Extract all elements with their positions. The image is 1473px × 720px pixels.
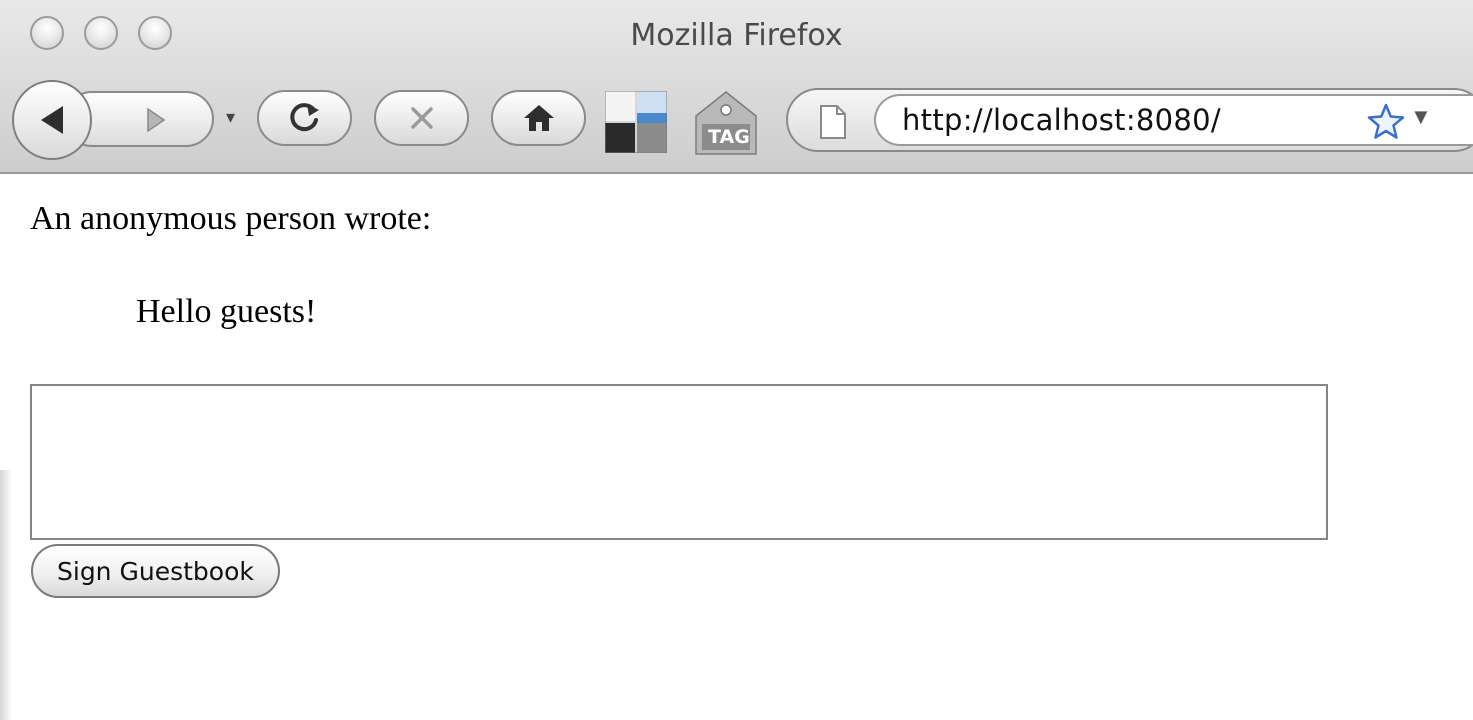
history-dropdown-icon[interactable]: ▾	[226, 107, 235, 128]
page-content: An anonymous person wrote: Hello guests!…	[0, 174, 1473, 720]
stop-icon	[410, 107, 433, 129]
extension-grid-icon[interactable]	[604, 90, 668, 154]
back-arrow-icon	[41, 106, 63, 134]
tag-icon-label: TAG	[708, 126, 750, 148]
reload-icon	[289, 103, 319, 132]
reload-button[interactable]	[257, 90, 352, 146]
sign-guestbook-button[interactable]: Sign Guestbook	[31, 544, 280, 598]
bookmark-manager-icon	[604, 90, 668, 154]
star-icon[interactable]	[1366, 102, 1406, 140]
forward-arrow-icon	[147, 107, 166, 133]
guestbook-textarea[interactable]	[30, 384, 1328, 540]
address-bar[interactable]: http://localhost:8080/ ▼	[786, 88, 1473, 152]
stop-button[interactable]	[374, 90, 469, 146]
greeting-message: Hello guests!	[136, 293, 317, 330]
back-button[interactable]	[12, 80, 92, 160]
url-dropdown-icon[interactable]: ▼	[1410, 104, 1432, 130]
home-icon	[523, 105, 554, 131]
greeting-author: An anonymous person wrote:	[30, 200, 432, 237]
home-button[interactable]	[491, 90, 586, 146]
browser-toolbar: Mozilla Firefox ▾ TAG http://localhost:8…	[0, 0, 1473, 174]
window-edge-shadow	[0, 470, 12, 720]
back-forward-group: ▾	[8, 80, 235, 160]
window-title: Mozilla Firefox	[630, 18, 843, 53]
tag-extension-button[interactable]: TAG	[694, 90, 758, 156]
url-text[interactable]: http://localhost:8080/	[902, 103, 1221, 137]
page-icon	[820, 105, 846, 139]
